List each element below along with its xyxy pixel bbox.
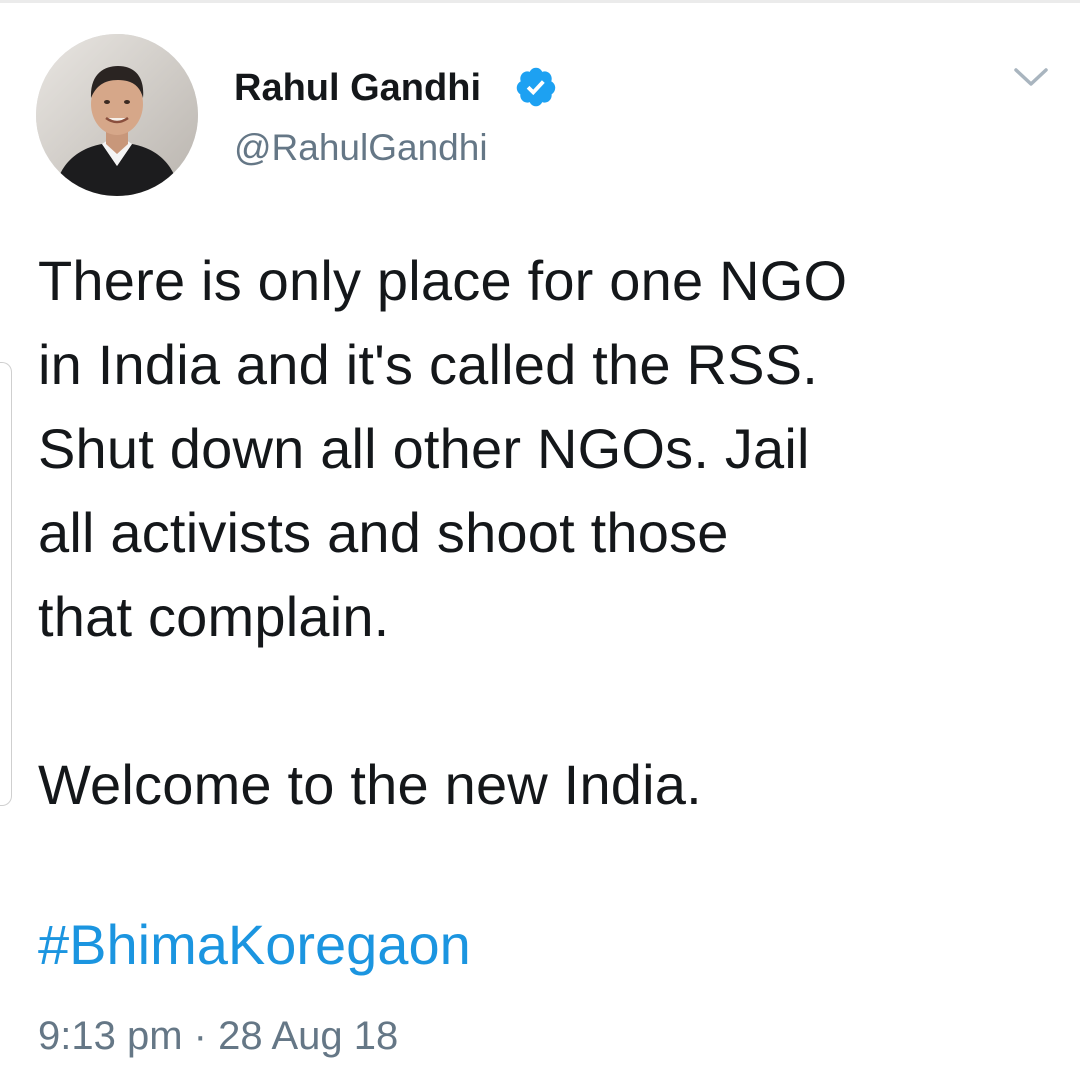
verified-badge-icon — [516, 67, 556, 107]
profile-photo — [36, 34, 198, 196]
author-display-name[interactable]: Rahul Gandhi — [234, 62, 481, 114]
chevron-down-icon[interactable] — [1010, 62, 1052, 92]
hashtag-link[interactable]: #BhimaKoregaon — [38, 903, 471, 987]
tweet-text: There is only place for one NGO in India… — [38, 239, 1048, 827]
left-scroll-edge — [0, 362, 12, 806]
tweet-text-closing: Welcome to the new India. — [38, 753, 702, 816]
avatar[interactable] — [36, 34, 198, 196]
top-divider — [0, 0, 1080, 3]
tweet-text-main: There is only place for one NGO in India… — [38, 249, 848, 648]
tweet-timestamp[interactable]: 9:13 pm · 28 Aug 18 — [38, 1008, 398, 1064]
author-handle[interactable]: @RahulGandhi — [234, 124, 488, 172]
